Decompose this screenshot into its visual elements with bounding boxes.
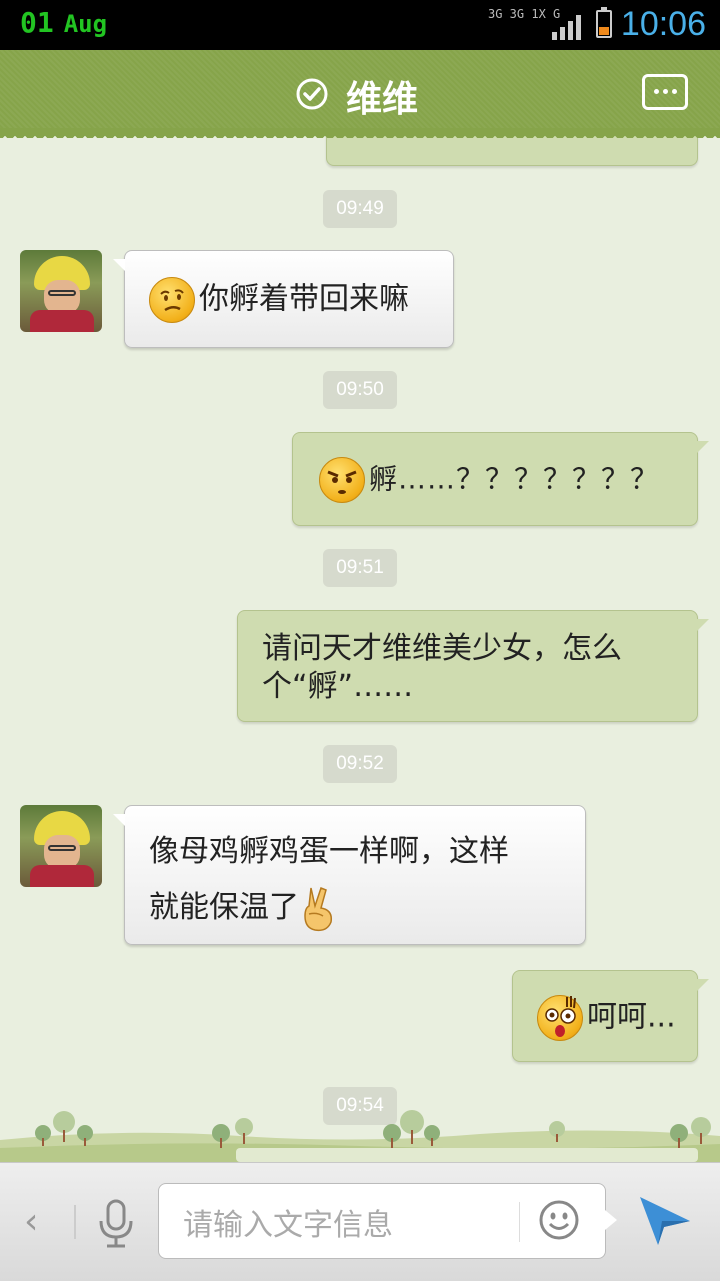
contact-avatar[interactable] [20,250,102,332]
message-text-line: 就能保温了 [149,890,299,925]
chevron-left-icon[interactable]: ‹ [24,1201,38,1242]
message-text: 孵……？？？？？？？ [369,462,660,496]
battery-icon [596,7,612,38]
incoming-message-bubble[interactable]: 你孵着带回来嘛 [113,250,454,348]
message-timestamp: 09:52 [323,745,397,783]
message-text-line-2: 就能保温了 [149,880,585,936]
message-text: 呵呵... [587,999,676,1035]
shocked-face-icon [537,995,583,1041]
status-time: 10:06 [620,5,706,43]
message-text-line: 个“孵”…… [262,669,414,704]
header-edge-overlay [0,128,720,138]
network-indicator: 3G 3G 1X G [488,7,561,21]
more-dot [672,89,677,94]
status-date-month: Aug [63,10,108,38]
more-dots-icon [654,89,659,94]
status-date-day: 01 [20,6,54,39]
check-circle-icon [296,78,328,110]
signal-icon [552,15,581,40]
outgoing-message-bubble[interactable]: 请问天才维维美少女，怎么 个“孵”…… [237,610,709,722]
message-text-line: 像母鸡孵鸡蛋一样啊，这样 [149,834,509,869]
message-timestamp: 09:50 [323,371,397,409]
input-bar: ‹ 请输入文字信息 [0,1162,720,1281]
message-timestamp: 09:49 [323,190,397,228]
victory-hand-icon [299,886,339,932]
microphone-icon[interactable] [96,1199,136,1249]
more-dot [663,89,668,94]
outgoing-message-bubble[interactable]: 孵……？？？？？？？ [292,432,709,526]
message-text: 你孵着带回来嘛 [199,281,409,317]
contact-name: 维维 [346,79,419,120]
divider [74,1205,76,1239]
input-divider [519,1202,520,1242]
contact-avatar[interactable] [20,805,102,887]
confused-face-icon [149,277,195,323]
more-options-button[interactable] [642,74,688,110]
incoming-message-bubble[interactable]: 像母鸡孵鸡蛋一样啊，这样 就能保温了 [113,805,586,945]
message-input-placeholder: 请输入文字信息 [183,1208,393,1243]
status-bar: 01 Aug 3G 3G 1X G 10:06 [0,0,720,50]
smiley-icon[interactable] [537,1198,581,1242]
message-input[interactable]: 请输入文字信息 [158,1183,617,1259]
angry-face-icon [319,457,365,503]
message-timestamp: 09:51 [323,549,397,587]
send-arrow-icon[interactable] [638,1191,692,1247]
outgoing-message-bubble[interactable]: 呵呵... [512,970,709,1062]
status-date: 01 Aug [20,6,107,39]
scenery-decoration [0,1110,720,1162]
